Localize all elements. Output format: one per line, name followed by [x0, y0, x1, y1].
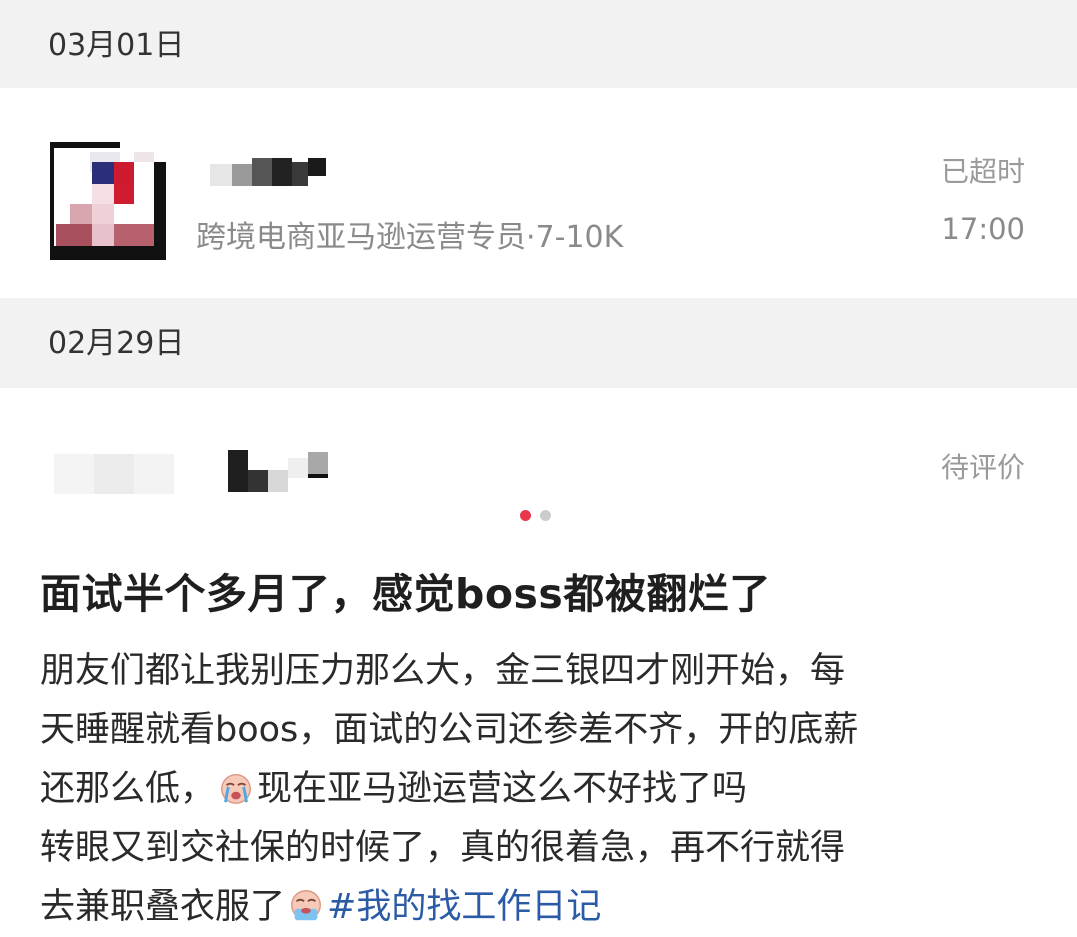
post-line-6: 去兼职叠衣服了 #我的找工作日记	[40, 878, 1030, 937]
censored-company-name	[228, 450, 332, 492]
interview-record-item[interactable]: 跨境电商亚马逊运营专员·7-10K 已超时 17:00	[0, 88, 1077, 298]
company-avatar	[50, 142, 170, 260]
post-line-3: 还那么低， 现在亚马逊运营这么不好找了吗	[40, 760, 1030, 819]
date-header: 02月29日	[0, 298, 1077, 388]
hashtag-link[interactable]: #我的找工作日记	[327, 887, 601, 927]
censored-company-name	[210, 158, 330, 188]
post-text: 还那么低，	[40, 769, 216, 809]
interview-time: 17:00	[941, 212, 1025, 246]
post-text: 去兼职叠衣服了	[40, 887, 286, 927]
post-title: 面试半个多月了，感觉boss都被翻烂了	[40, 570, 771, 618]
date-label: 03月01日	[48, 28, 185, 63]
date-header: 03月01日	[0, 0, 1077, 88]
crying-face-icon	[291, 890, 321, 921]
status-label: 已超时	[940, 155, 1025, 188]
crying-face-icon	[221, 773, 251, 804]
date-label: 02月29日	[48, 326, 185, 361]
job-title: 跨境电商亚马逊运营专员·7-10K	[196, 220, 624, 255]
pager-dot[interactable]	[540, 510, 551, 521]
pager-dot-active[interactable]	[520, 510, 531, 521]
post-text: 现在亚马逊运营这么不好找了吗	[257, 769, 748, 809]
post-body: 朋友们都让我别压力那么大，金三银四才刚开始，每 天睡醒就看boos，面试的公司还…	[40, 642, 1030, 937]
image-pager[interactable]	[0, 508, 1077, 524]
post-line: 朋友们都让我别压力那么大，金三银四才刚开始，每	[40, 651, 846, 691]
censored-company-avatar	[54, 454, 174, 494]
status-label: 待评价	[940, 451, 1025, 484]
post-line: 转眼又到交社保的时候了，真的很着急，再不行就得	[40, 828, 846, 868]
post-line: 天睡醒就看boos，面试的公司还参差不齐，开的底薪	[40, 710, 859, 750]
